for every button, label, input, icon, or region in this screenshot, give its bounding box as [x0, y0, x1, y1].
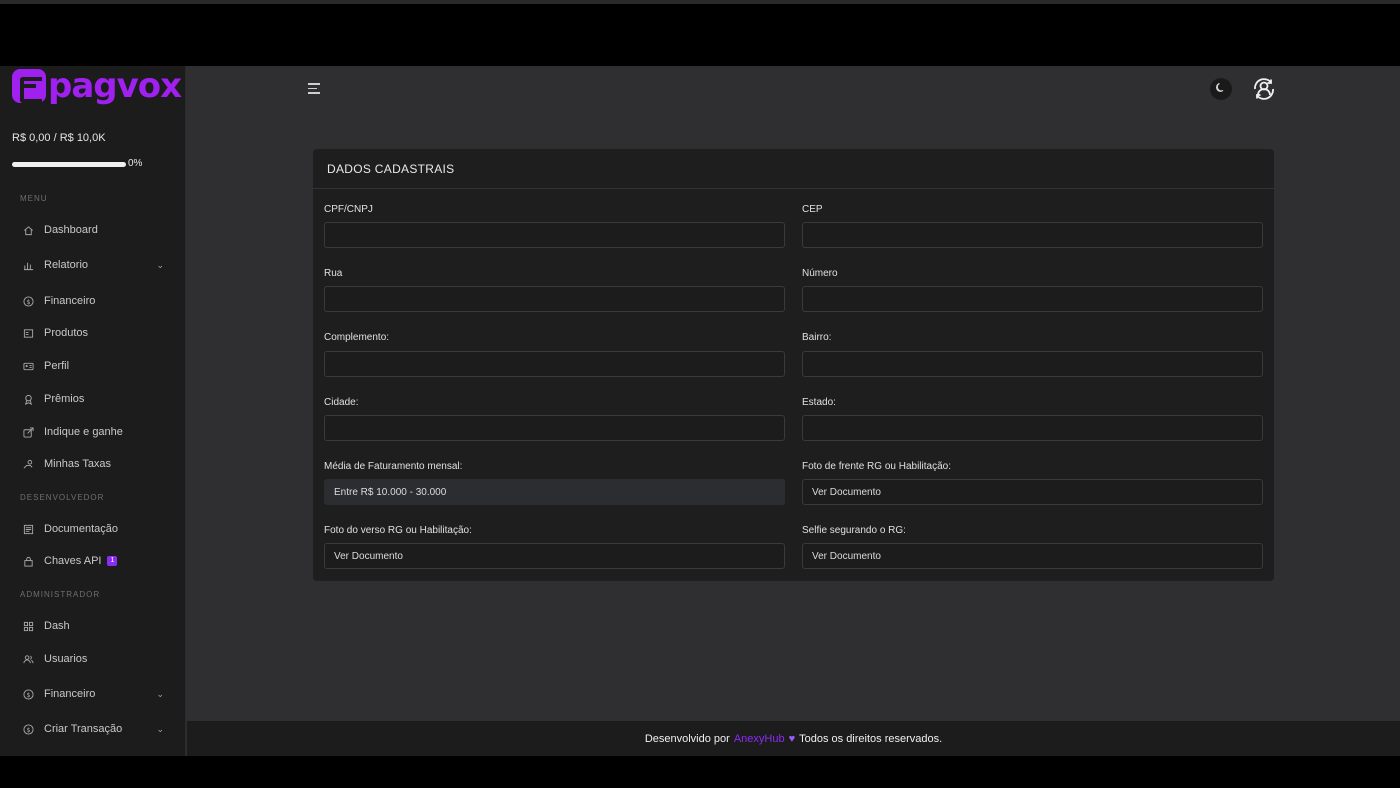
sidebar-item-label: Financeiro [44, 688, 96, 700]
sidebar-item-relatorio[interactable]: Relatorio ⌄ [22, 255, 166, 275]
moon-icon [1215, 80, 1227, 98]
sidebar-item-premios[interactable]: Prêmios [22, 389, 166, 409]
document-icon [22, 523, 34, 535]
bar-chart-icon [22, 259, 34, 271]
footer-brand-link[interactable]: AnexyHub [734, 733, 785, 745]
user-refresh-icon [1252, 78, 1276, 105]
section-menu: MENU [20, 194, 48, 203]
faturamento-select[interactable]: Entre R$ 10.000 - 30.000 [324, 479, 785, 505]
section-desenvolvedor: DESENVOLVEDOR [20, 493, 105, 502]
sidebar-item-taxas[interactable]: Minhas Taxas [22, 454, 166, 474]
sidebar-item-dashboard[interactable]: Dashboard [22, 220, 166, 240]
user-menu-button[interactable] [1252, 77, 1274, 100]
cidade-input[interactable] [324, 415, 785, 441]
sidebar-item-label: Usuarios [44, 653, 88, 665]
balance-progress-label: 0% [128, 158, 143, 169]
cpf-cnpj-input[interactable] [324, 222, 785, 248]
id-card-icon [22, 360, 34, 372]
dollar-circle-icon: $ [22, 723, 34, 735]
sidebar-item-label: Relatorio [44, 259, 89, 271]
grid-icon [22, 620, 34, 632]
sidebar-item-label: Dashboard [44, 224, 98, 236]
footer-prefix: Desenvolvido por [644, 732, 730, 745]
svg-text:$: $ [26, 690, 30, 698]
label-estado: Estado: [802, 397, 836, 408]
footer: Desenvolvido por AnexyHub ♥ Todos os dir… [187, 721, 1400, 756]
bairro-input[interactable] [802, 351, 1263, 377]
sidebar-item-label: Chaves API [44, 555, 102, 567]
sidebar: pagvox R$ 0,00 / R$ 10,0K 0% MENU Dashbo… [0, 66, 186, 756]
sidebar-item-perfil[interactable]: Perfil [22, 356, 166, 376]
screen-frame: pagvox R$ 0,00 / R$ 10,0K 0% MENU Dashbo… [0, 0, 1400, 788]
sidebar-item-usuarios[interactable]: Usuarios [22, 649, 166, 669]
sidebar-item-produtos[interactable]: Produtos [22, 323, 166, 343]
label-cpf-cnpj: CPF/CNPJ [324, 204, 373, 215]
sidebar-item-admin-financeiro[interactable]: $ Financeiro ⌄ [22, 684, 166, 704]
sidebar-item-criar-transacao[interactable]: $ Criar Transação ⌄ [22, 719, 166, 739]
sidebar-item-label: Prêmios [44, 393, 85, 405]
label-faturamento: Média de Faturamento mensal: [324, 461, 463, 472]
top-edge [0, 0, 1400, 4]
sidebar-item-chaves-api[interactable]: Chaves API 1 [22, 551, 166, 571]
registration-card: DADOS CADASTRAIS CPF/CNPJ CEP Rua Número… [313, 149, 1274, 581]
balance-progress-bar [12, 162, 126, 167]
logo-text: pagvox [48, 66, 182, 106]
foto-verso-link[interactable]: Ver Documento [324, 543, 785, 569]
sidebar-item-label: Documentação [44, 523, 118, 535]
section-administrador: ADMINISTRADOR [20, 590, 101, 599]
sidebar-item-label: Produtos [44, 327, 89, 339]
foto-frente-link[interactable]: Ver Documento [802, 479, 1263, 505]
balance-text: R$ 0,00 / R$ 10,0K [12, 132, 106, 144]
heart-icon: ♥ [788, 732, 796, 745]
sidebar-item-label: Perfil [44, 360, 70, 372]
cep-input[interactable] [802, 222, 1263, 248]
label-numero: Número [802, 268, 838, 279]
svg-text:$: $ [26, 725, 30, 733]
card-title: DADOS CADASTRAIS [313, 149, 1274, 189]
sidebar-item-label: Dash [44, 620, 70, 632]
sidebar-item-dash[interactable]: Dash [22, 616, 166, 636]
api-keys-badge: 1 [107, 556, 118, 566]
sidebar-item-label: Criar Transação [44, 723, 123, 735]
sidebar-item-label: Indique e ganhe [44, 426, 123, 438]
lock-icon [22, 555, 34, 567]
label-bairro: Bairro: [802, 332, 832, 343]
award-icon [22, 393, 34, 405]
dollar-circle-icon: $ [22, 688, 34, 700]
label-foto-frente: Foto de frente RG ou Habilitação: [802, 461, 951, 472]
rua-input[interactable] [324, 286, 785, 312]
sidebar-item-financeiro[interactable]: $ Financeiro [22, 291, 166, 311]
label-foto-verso: Foto do verso RG ou Habilitação: [324, 525, 472, 536]
footer-suffix: Todos os direitos reservados. [799, 732, 943, 745]
svg-text:$: $ [26, 297, 30, 305]
hand-coin-icon [22, 458, 34, 470]
logo[interactable]: pagvox [12, 66, 182, 106]
users-icon [22, 653, 34, 665]
app-window: pagvox R$ 0,00 / R$ 10,0K 0% MENU Dashbo… [0, 66, 1400, 756]
theme-toggle-button[interactable] [1210, 78, 1232, 100]
chevron-down-icon: ⌄ [156, 723, 164, 734]
label-selfie: Selfie segurando o RG: [802, 525, 906, 536]
share-icon [22, 426, 34, 438]
chevron-down-icon: ⌄ [156, 688, 164, 699]
estado-input[interactable] [802, 415, 1263, 441]
home-icon [22, 224, 34, 236]
dollar-circle-icon: $ [22, 295, 34, 307]
sidebar-item-indique[interactable]: Indique e ganhe [22, 422, 166, 442]
label-rua: Rua [324, 268, 343, 279]
hamburger-icon[interactable] [308, 83, 320, 94]
selfie-link[interactable]: Ver Documento [802, 543, 1263, 569]
sidebar-item-label: Minhas Taxas [44, 458, 112, 470]
label-cidade: Cidade: [324, 397, 359, 408]
logo-icon [12, 69, 46, 103]
box-icon [22, 327, 34, 339]
chevron-down-icon: ⌄ [156, 259, 164, 270]
label-cep: CEP [802, 204, 823, 215]
complemento-input[interactable] [324, 351, 785, 377]
numero-input[interactable] [802, 286, 1263, 312]
sidebar-item-label: Financeiro [44, 295, 96, 307]
label-complemento: Complemento: [324, 332, 390, 343]
sidebar-item-documentacao[interactable]: Documentação [22, 519, 166, 539]
